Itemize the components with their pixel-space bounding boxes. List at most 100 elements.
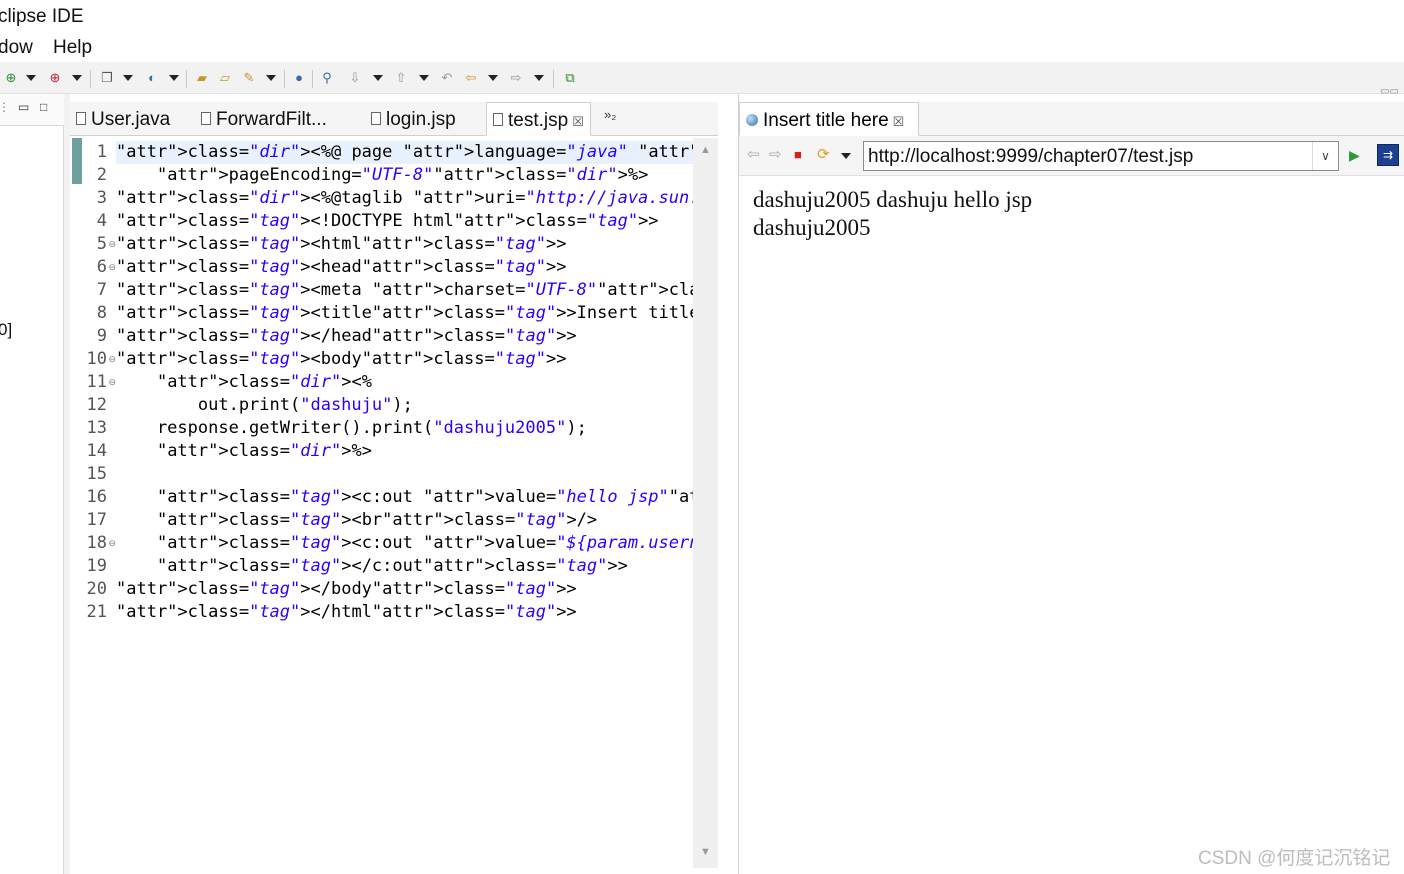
view-menu-icon[interactable]: ⋮: [0, 100, 10, 114]
menu-window[interactable]: dow: [0, 37, 33, 59]
code-line[interactable]: "attr">class="tag"><!DOCTYPE html"attr">…: [116, 210, 659, 233]
scroll-down-icon[interactable]: ▼: [700, 846, 711, 858]
code-line[interactable]: out.print("dashuju");: [116, 394, 413, 417]
refresh-dropdown-icon[interactable]: [841, 153, 851, 159]
close-icon[interactable]: ☒: [572, 114, 584, 129]
browser-pane: Insert title here ☒ ⇦ ⇨ ■ ⟳ http://localh…: [738, 94, 1404, 874]
tab-forwardfilter[interactable]: ForwardFilt...: [195, 102, 333, 136]
forward-icon[interactable]: ⇨: [769, 147, 782, 163]
external-browser-icon[interactable]: ⇉: [1377, 144, 1399, 166]
next-annotation-dropdown-icon[interactable]: [373, 75, 383, 81]
code-line[interactable]: "attr">class="tag"></body"attr">class="t…: [116, 578, 577, 601]
tab-label: User.java: [91, 109, 171, 130]
tab-test-jsp[interactable]: test.jsp ☒: [486, 102, 591, 136]
code-line[interactable]: "attr">class="tag"><br"attr">class="tag"…: [116, 509, 597, 532]
web-browser-icon[interactable]: ●: [290, 69, 308, 87]
line-number: 14: [86, 441, 107, 461]
line-number: 7: [96, 280, 107, 300]
back-icon[interactable]: ⇦: [747, 147, 760, 163]
content-line: dashuju2005 dashuju hello jsp: [753, 187, 1033, 212]
toolbar-separator: [90, 70, 91, 88]
new-class-dropdown-icon[interactable]: [169, 75, 179, 81]
refresh-icon[interactable]: ⟳: [817, 147, 830, 163]
stop-icon[interactable]: ■: [794, 147, 802, 163]
fold-toggle-icon[interactable]: ⊖: [108, 256, 116, 279]
code-line[interactable]: "attr">class="tag"><body"attr">class="ta…: [116, 348, 566, 371]
code-line[interactable]: "attr">class="tag"><c:out "attr">value="…: [116, 532, 693, 555]
pencil-icon[interactable]: ✎: [240, 69, 258, 87]
open-perspective-icon[interactable]: ⧉: [561, 69, 579, 87]
fold-toggle-icon[interactable]: ⊖: [108, 233, 116, 256]
toolbar-separator: [284, 70, 285, 88]
code-line[interactable]: "attr">pageEncoding="UTF-8""attr">class=…: [116, 164, 648, 187]
prev-annotation-icon[interactable]: ⇧: [392, 69, 410, 87]
editor-browser-sash[interactable]: [718, 94, 738, 874]
editor-vertical-scrollbar[interactable]: ▲ ▼: [693, 138, 718, 868]
forward-icon[interactable]: ⇨: [507, 69, 525, 87]
forward-dropdown-icon[interactable]: [534, 75, 544, 81]
minimize-icon[interactable]: ▭: [18, 100, 29, 114]
close-icon[interactable]: ☒: [893, 114, 905, 129]
line-number: 4: [96, 211, 107, 231]
url-field[interactable]: http://localhost:9999/chapter07/test.jsp…: [863, 141, 1339, 171]
new-wizard-dropdown-icon[interactable]: [123, 75, 133, 81]
tab-label: test.jsp: [508, 110, 569, 131]
tab-user-java[interactable]: User.java: [70, 102, 176, 136]
open-resource-icon[interactable]: ▱: [216, 69, 234, 87]
code-line[interactable]: response.getWriter().print("dashuju2005"…: [116, 417, 587, 440]
run-config-icon[interactable]: ⊕: [46, 69, 64, 87]
tab-overflow-button[interactable]: »₂: [604, 107, 616, 122]
tab-label: login.jsp: [386, 109, 456, 130]
code-line[interactable]: "attr">class="tag"><head"attr">class="ta…: [116, 256, 566, 279]
new-wizard-icon[interactable]: ❐: [98, 69, 116, 87]
chevron-down-icon[interactable]: ∨: [1312, 142, 1338, 170]
go-button[interactable]: ▶: [1349, 147, 1360, 164]
code-line[interactable]: "attr">class="dir">%>: [116, 440, 372, 463]
search-icon[interactable]: ⚲: [318, 69, 336, 87]
code-line[interactable]: "attr">class="tag"></c:out"attr">class="…: [116, 555, 628, 578]
line-number: 19: [86, 556, 107, 576]
main-toolbar: ⊕ ⊕ ❐ ◐ ▰ ▱ ✎ ● ⚲ ⇩ ⇧ ↶ ⇦ ⇨ ⧉ ▭▭: [0, 62, 1404, 97]
code-line[interactable]: "attr">class="dir"><%@ page "attr">langu…: [116, 141, 693, 164]
line-number: 2: [96, 165, 107, 185]
line-number: 8: [96, 303, 107, 323]
editor-pane: User.java ForwardFilt... login.jsp test.…: [70, 94, 718, 874]
left-view-header: ⋮ ▭ □: [0, 94, 64, 126]
next-annotation-icon[interactable]: ⇩: [346, 69, 364, 87]
watermark: CSDN @何度记沉铭记: [1198, 848, 1391, 869]
line-number: 5: [96, 234, 107, 254]
tab-login-jsp[interactable]: login.jsp: [365, 102, 462, 136]
code-line[interactable]: "attr">class="dir"><%@taglib "attr">uri=…: [116, 187, 693, 210]
toolbar-separator: [312, 70, 313, 88]
open-type-icon[interactable]: ▰: [193, 69, 211, 87]
code-line[interactable]: "attr">class="tag"><html"attr">class="ta…: [116, 233, 566, 256]
line-number-gutter: 1 2 3 4 5 ⊖ 6 ⊖ 7 8 9 10 ⊖ 11 ⊖ 12 13 14 15 16 17 18 ⊖ 19 20 21: [82, 138, 116, 868]
code-line[interactable]: "attr">class="tag"><title"attr">class="t…: [116, 302, 693, 325]
tab-insert-title-here[interactable]: Insert title here ☒: [739, 102, 919, 136]
new-server-icon[interactable]: ⊕: [2, 69, 20, 87]
fold-toggle-icon[interactable]: ⊖: [108, 371, 116, 394]
code-line[interactable]: "attr">class="tag"></head"attr">class="t…: [116, 325, 577, 348]
fold-toggle-icon[interactable]: ⊖: [108, 532, 116, 555]
new-class-icon[interactable]: ◐: [143, 69, 161, 87]
fold-toggle-icon[interactable]: ⊖: [108, 348, 116, 371]
menu-help[interactable]: Help: [53, 37, 92, 59]
code-line[interactable]: "attr">class="dir"><%: [116, 371, 372, 394]
page-content: dashuju2005 dashuju hello jsp dashuju200…: [753, 186, 1393, 242]
code-line[interactable]: "attr">class="tag"></html"attr">class="t…: [116, 601, 577, 624]
window-title-bar: clipse IDE: [0, 0, 1404, 34]
run-config-dropdown-icon[interactable]: [72, 75, 82, 81]
code-area[interactable]: "attr">class="dir"><%@ page "attr">langu…: [116, 138, 693, 868]
jsp-file-icon: [493, 113, 503, 126]
scroll-up-icon[interactable]: ▲: [700, 144, 711, 156]
back-icon[interactable]: ⇦: [462, 69, 480, 87]
pencil-dropdown-icon[interactable]: [266, 75, 276, 81]
code-line[interactable]: "attr">class="tag"><c:out "attr">value="…: [116, 486, 693, 509]
code-line[interactable]: "attr">class="tag"><meta "attr">charset=…: [116, 279, 693, 302]
maximize-icon[interactable]: □: [40, 100, 47, 114]
tab-label: ForwardFilt...: [216, 109, 327, 130]
back-dropdown-icon[interactable]: [488, 75, 498, 81]
prev-annotation-dropdown-icon[interactable]: [419, 75, 429, 81]
last-edit-icon[interactable]: ↶: [438, 69, 456, 87]
new-server-dropdown-icon[interactable]: [26, 75, 36, 81]
